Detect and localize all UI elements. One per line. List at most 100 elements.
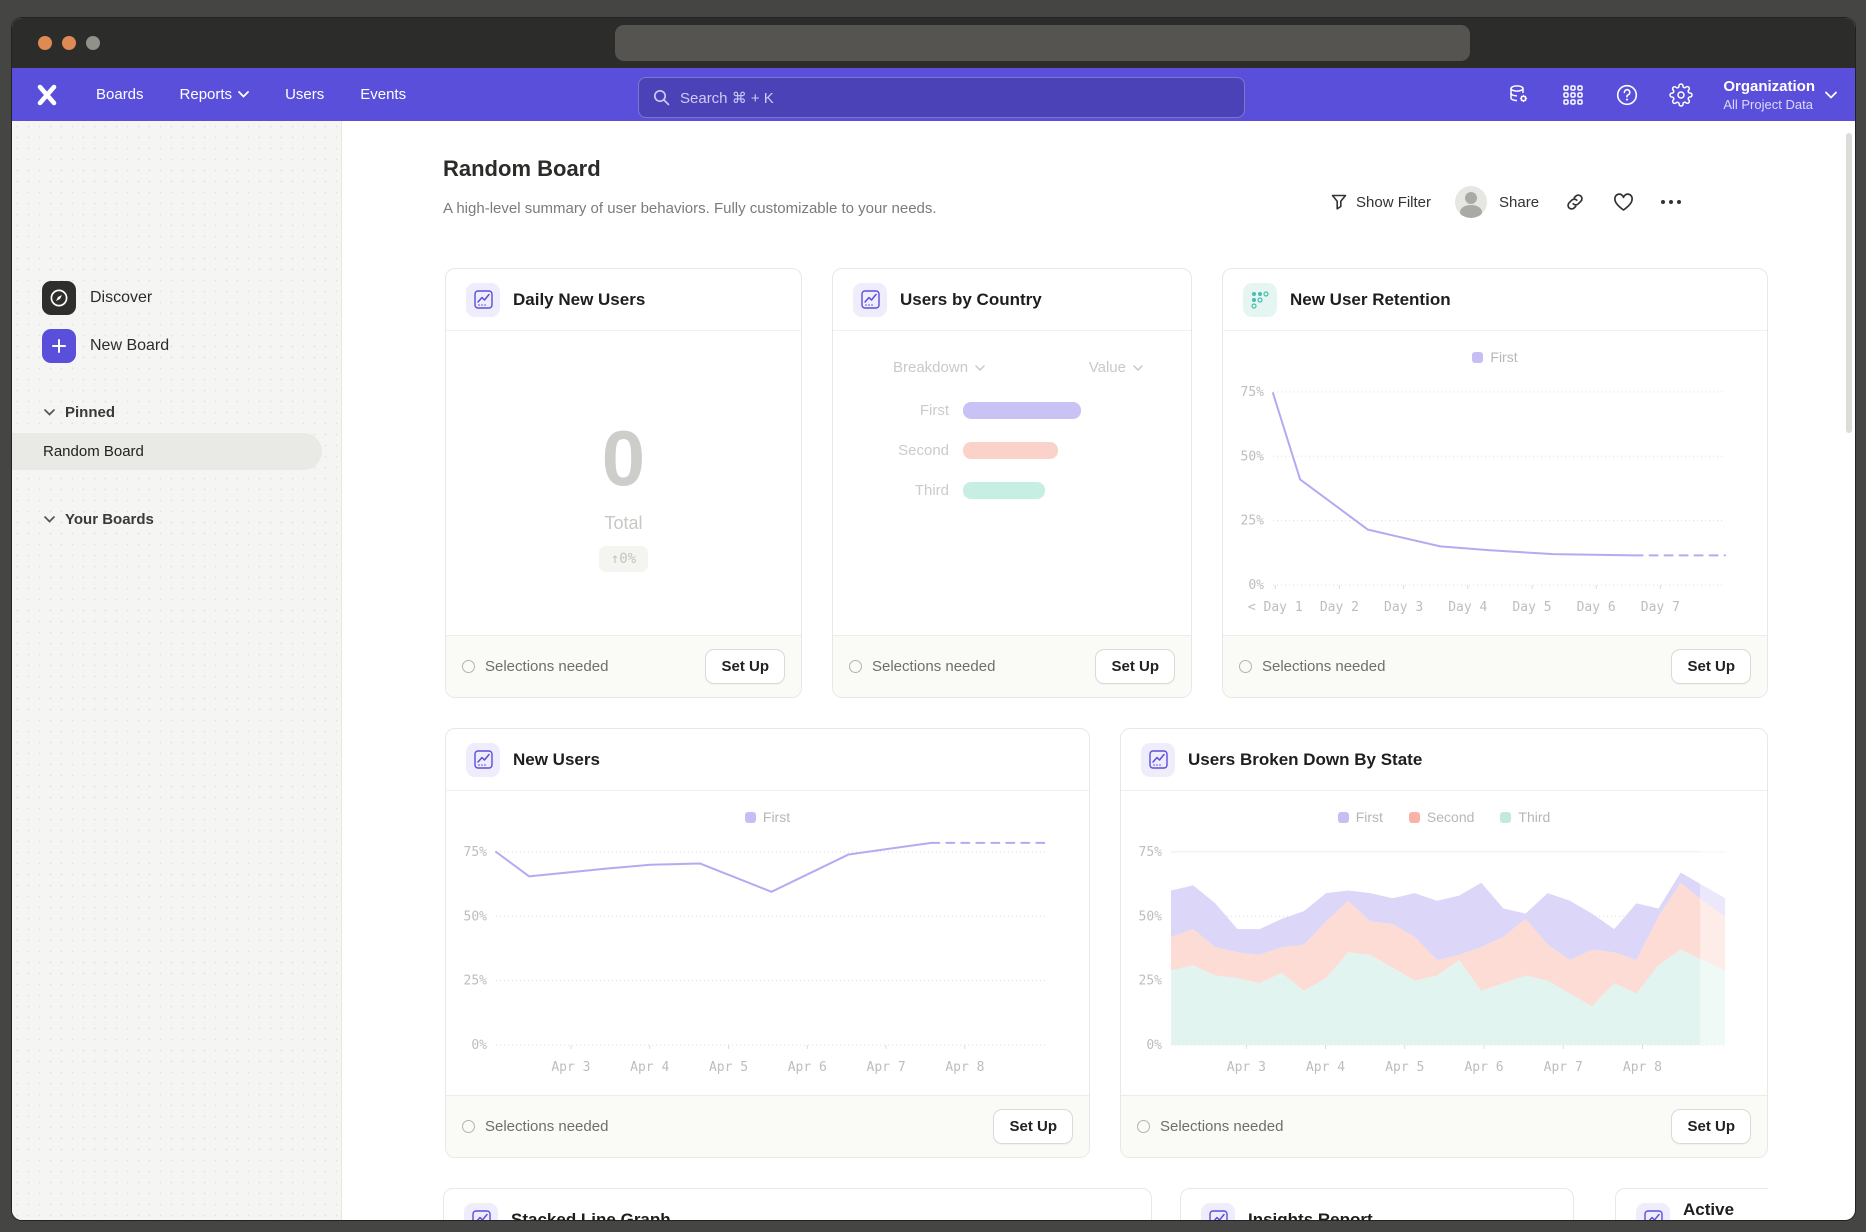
value-column-select[interactable]: Value — [1089, 359, 1143, 376]
card-title: Active Users — [1683, 1200, 1748, 1221]
svg-text:Day 2: Day 2 — [1320, 600, 1359, 615]
svg-text:0%: 0% — [471, 1038, 487, 1053]
set-up-button[interactable]: Set Up — [993, 1109, 1073, 1144]
mixpanel-logo-icon[interactable] — [34, 82, 60, 108]
window-zoom-button[interactable] — [86, 36, 100, 50]
set-up-button[interactable]: Set Up — [1671, 649, 1751, 684]
card-header: Daily New Users — [446, 269, 801, 331]
card-footer: Selections needed Set Up — [446, 1095, 1089, 1157]
top-navbar: Boards Reports Users Events Search ⌘ + K — [12, 68, 1855, 121]
settings-gear-icon[interactable] — [1669, 83, 1693, 107]
scrollbar-thumb[interactable] — [1846, 133, 1852, 433]
bar-second — [963, 442, 1058, 459]
card-header: New User Retention — [1223, 269, 1767, 331]
window-minimize-button[interactable] — [62, 36, 76, 50]
card-users-by-country: Users by Country Breakdown Value First S… — [832, 268, 1192, 698]
sidebar-item-new-board[interactable]: New Board — [42, 329, 169, 363]
selections-needed-label: Selections needed — [1262, 658, 1671, 675]
breakdown-row: First — [833, 402, 1191, 419]
more-options-icon[interactable] — [1659, 190, 1683, 214]
card-title: Insights Report — [1248, 1210, 1373, 1221]
chevron-down-icon — [1133, 365, 1143, 371]
page-subtitle: A high-level summary of user behaviors. … — [443, 200, 937, 217]
nav-item-users[interactable]: Users — [271, 78, 338, 111]
set-up-button[interactable]: Set Up — [705, 649, 785, 684]
selection-status-icon — [462, 660, 475, 673]
row-label: Third — [833, 482, 963, 499]
sidebar-section-pinned[interactable]: Pinned — [44, 404, 115, 421]
card-stacked-line-graph: Stacked Line Graph — [443, 1188, 1152, 1220]
svg-text:25%: 25% — [1241, 514, 1265, 529]
svg-text:Apr 6: Apr 6 — [788, 1060, 827, 1075]
selections-needed-label: Selections needed — [485, 1118, 993, 1135]
apps-grid-icon[interactable] — [1561, 83, 1585, 107]
chart-legend: First — [446, 805, 1089, 829]
selection-status-icon — [1137, 1120, 1150, 1133]
line-chart-icon — [1201, 1203, 1235, 1221]
card-footer: Selections needed Set Up — [1121, 1095, 1767, 1157]
sidebar-item-label: Discover — [90, 289, 152, 307]
card-header: Users by Country — [833, 269, 1191, 331]
card-daily-new-users: Daily New Users 0 Total ↑0% Selections n… — [445, 268, 802, 698]
svg-text:25%: 25% — [464, 974, 488, 989]
svg-text:Apr 4: Apr 4 — [1306, 1060, 1345, 1075]
svg-text:Apr 8: Apr 8 — [945, 1060, 984, 1075]
set-up-button[interactable]: Set Up — [1095, 649, 1175, 684]
card-header: Stacked Line Graph — [444, 1189, 1151, 1220]
svg-text:Apr 8: Apr 8 — [1623, 1060, 1662, 1075]
sidebar-item-discover[interactable]: Discover — [42, 281, 152, 315]
svg-text:Apr 5: Apr 5 — [1385, 1060, 1424, 1075]
metric-block: 0 Total ↑0% — [446, 419, 801, 572]
card-active-users: Active Users — [1615, 1188, 1768, 1220]
copy-link-icon[interactable] — [1563, 190, 1587, 214]
card-users-by-state: Users Broken Down By State FirstSecondTh… — [1120, 728, 1768, 1158]
primary-nav: Boards Reports Users Events — [82, 78, 420, 111]
section-label: Pinned — [65, 404, 115, 421]
breakdown-column-select[interactable]: Breakdown — [893, 359, 985, 376]
svg-text:Day 7: Day 7 — [1641, 600, 1680, 615]
legend-item: First — [745, 809, 790, 825]
browser-address-bar[interactable] — [615, 25, 1470, 61]
card-title: New User Retention — [1290, 290, 1451, 310]
card-footer: Selections needed Set Up — [1223, 635, 1767, 697]
svg-text:Apr 3: Apr 3 — [1227, 1060, 1266, 1075]
chevron-down-icon — [1825, 91, 1837, 99]
bar-third — [963, 482, 1045, 499]
set-up-button[interactable]: Set Up — [1671, 1109, 1751, 1144]
selection-status-icon — [462, 1120, 475, 1133]
chart-body: First 75%50%25%0%Apr 3Apr 4Apr 5Apr 6Apr… — [446, 791, 1089, 1095]
nav-item-boards[interactable]: Boards — [82, 78, 158, 111]
data-management-icon[interactable] — [1507, 83, 1531, 107]
card-title: New Users — [513, 750, 600, 770]
selections-needed-label: Selections needed — [872, 658, 1095, 675]
card-header: Insights Report — [1181, 1189, 1573, 1220]
favorite-heart-icon[interactable] — [1611, 190, 1635, 214]
svg-text:Apr 6: Apr 6 — [1464, 1060, 1503, 1075]
legend-swatch — [1338, 812, 1349, 823]
svg-text:< Day 1: < Day 1 — [1248, 600, 1303, 615]
window-close-button[interactable] — [38, 36, 52, 50]
help-icon[interactable] — [1615, 83, 1639, 107]
share-label: Share — [1499, 194, 1539, 211]
svg-text:Apr 7: Apr 7 — [867, 1060, 906, 1075]
legend-swatch — [1409, 812, 1420, 823]
legend-swatch — [1472, 352, 1483, 363]
breakdown-columns: Breakdown Value — [833, 331, 1191, 376]
sidebar-item-label: New Board — [90, 337, 169, 355]
board-actions: Show Filter Share — [1330, 186, 1770, 218]
chart-legend: First — [1223, 345, 1767, 369]
share-button[interactable]: Share — [1455, 186, 1539, 218]
filter-funnel-icon — [1330, 193, 1348, 211]
sidebar-item-random-board[interactable]: Random Board — [12, 433, 322, 470]
line-chart-icon — [466, 743, 500, 777]
nav-item-events[interactable]: Events — [346, 78, 420, 111]
search-input[interactable]: Search ⌘ + K — [638, 77, 1245, 118]
browser-window: Boards Reports Users Events Search ⌘ + K — [12, 18, 1855, 1220]
svg-text:Day 4: Day 4 — [1448, 600, 1487, 615]
org-switcher[interactable]: Organization All Project Data — [1723, 78, 1837, 112]
sidebar-section-your-boards[interactable]: Your Boards — [44, 511, 154, 528]
svg-text:50%: 50% — [464, 909, 488, 924]
show-filter-button[interactable]: Show Filter — [1330, 193, 1431, 211]
stacked-area-chart: 75%50%25%0%Apr 3Apr 4Apr 5Apr 6Apr 7Apr … — [1121, 829, 1767, 1084]
nav-item-reports[interactable]: Reports — [166, 78, 264, 111]
